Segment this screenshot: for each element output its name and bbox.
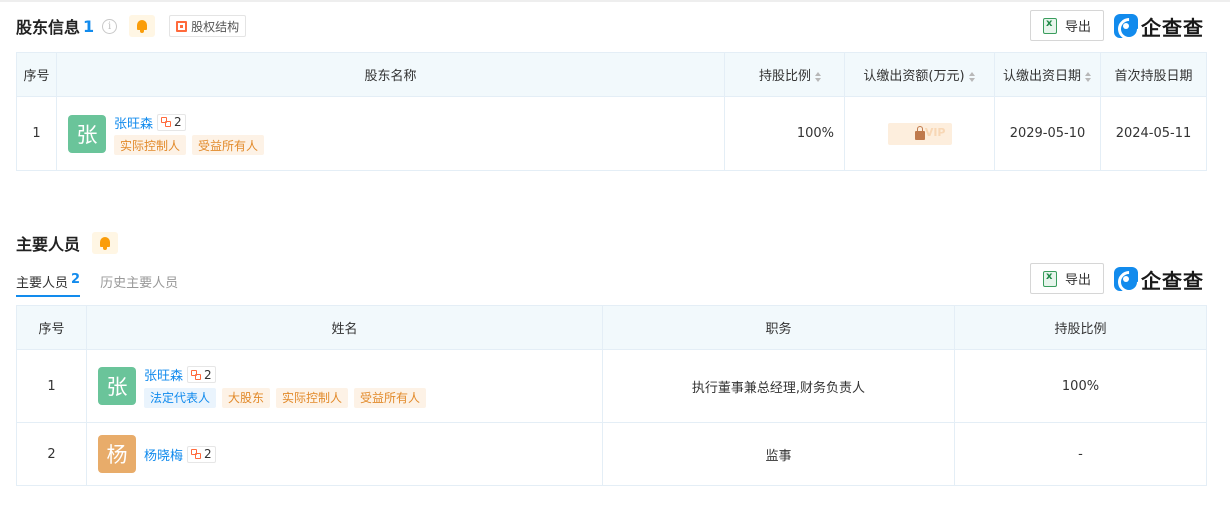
ratio-cell: 100% bbox=[724, 96, 845, 171]
export-button[interactable]: 导出 bbox=[1030, 10, 1104, 41]
row-index: 2 bbox=[16, 422, 87, 486]
table-row: 2 杨 杨晓梅 2 监事 - bbox=[16, 422, 1207, 486]
col-first-date: 首次持股日期 bbox=[1100, 52, 1207, 97]
section-title: 主要人员 bbox=[16, 235, 81, 254]
table-row: 1 张 张旺森 2 实际控制人 受益所有人 100% VIP 2029-05-1… bbox=[16, 96, 1207, 171]
qichacha-logo-icon bbox=[1114, 267, 1138, 291]
tag-legal-representative: 法定代表人 bbox=[144, 387, 217, 408]
relation-badge[interactable]: 2 bbox=[157, 113, 186, 131]
monitor-button[interactable] bbox=[92, 232, 119, 254]
relation-icon bbox=[161, 117, 172, 127]
brand-name: 企查查 bbox=[1141, 268, 1204, 293]
col-date[interactable]: 认缴出资日期 bbox=[994, 52, 1101, 97]
sort-icon[interactable] bbox=[968, 71, 976, 82]
col-index: 序号 bbox=[16, 52, 57, 97]
avatar: 张 bbox=[68, 114, 106, 153]
relation-icon bbox=[191, 449, 202, 459]
col-ratio: 持股比例 bbox=[954, 305, 1207, 350]
relation-badge[interactable]: 2 bbox=[187, 366, 216, 383]
shareholder-name-link[interactable]: 张旺森 bbox=[114, 113, 153, 132]
col-index: 序号 bbox=[16, 305, 87, 350]
relation-icon bbox=[191, 369, 202, 380]
col-name: 姓名 bbox=[86, 305, 603, 350]
tag-beneficial-owner: 受益所有人 bbox=[354, 387, 427, 408]
lock-icon bbox=[914, 125, 925, 140]
equity-structure-button[interactable]: 股权结构 bbox=[169, 15, 247, 37]
tag-major-shareholder: 大股东 bbox=[222, 387, 271, 408]
avatar: 杨 bbox=[98, 435, 136, 473]
shareholders-table: 序号 股东名称 持股比例 认缴出资额(万元) 认缴出资日期 首次持股日期 1 张… bbox=[16, 52, 1207, 171]
position-cell: 监事 bbox=[602, 422, 955, 486]
personnel-table: 序号 姓名 职务 持股比例 1 张 张旺森 2 法定代表人 大股东 实际控制人 … bbox=[16, 305, 1207, 486]
structure-icon bbox=[176, 20, 188, 32]
monitor-button[interactable] bbox=[129, 15, 156, 37]
row-index: 1 bbox=[16, 96, 57, 171]
brand-logo: 企查查 bbox=[1114, 266, 1204, 293]
relation-badge[interactable]: 2 bbox=[187, 445, 216, 463]
ratio-cell: 100% bbox=[954, 349, 1207, 423]
shareholder-cell: 张 张旺森 2 实际控制人 受益所有人 bbox=[56, 96, 725, 171]
vip-badge: VIP bbox=[924, 125, 946, 139]
person-name-link[interactable]: 杨晓梅 bbox=[144, 445, 183, 464]
vip-lock-button[interactable]: VIP bbox=[887, 122, 952, 145]
brand-name: 企查查 bbox=[1141, 15, 1204, 40]
bell-icon bbox=[99, 236, 111, 250]
tab-history-personnel[interactable]: 历史主要人员 bbox=[100, 270, 178, 297]
brand-logo: 企查查 bbox=[1114, 13, 1204, 40]
export-label: 导出 bbox=[1064, 273, 1091, 288]
personnel-header: 主要人员 bbox=[16, 228, 119, 258]
shareholder-count: 1 bbox=[83, 16, 95, 36]
bell-icon bbox=[136, 19, 148, 33]
excel-icon bbox=[1042, 270, 1057, 287]
row-index: 1 bbox=[16, 349, 87, 423]
tag-actual-controller: 实际控制人 bbox=[114, 135, 187, 155]
col-amount[interactable]: 认缴出资额(万元) bbox=[844, 52, 995, 97]
top-divider bbox=[0, 0, 1230, 2]
shareholders-header: 股东信息 1 i 股权结构 bbox=[16, 11, 247, 41]
tab-key-personnel[interactable]: 主要人员 2 bbox=[16, 270, 81, 297]
first-date-cell: 2024-05-11 bbox=[1100, 96, 1207, 171]
person-cell: 杨 杨晓梅 2 bbox=[86, 422, 603, 486]
table-header-row: 序号 姓名 职务 持股比例 bbox=[16, 305, 1207, 350]
personnel-tabs: 主要人员 2 历史主要人员 bbox=[16, 270, 198, 297]
amount-cell: VIP bbox=[844, 96, 995, 171]
equity-structure-label: 股权结构 bbox=[191, 19, 240, 34]
sort-icon[interactable] bbox=[815, 71, 822, 82]
col-ratio[interactable]: 持股比例 bbox=[724, 52, 845, 97]
person-cell: 张 张旺森 2 法定代表人 大股东 实际控制人 受益所有人 bbox=[86, 349, 603, 423]
ratio-cell: - bbox=[954, 422, 1207, 486]
sort-icon[interactable] bbox=[1085, 71, 1092, 82]
section-title: 股东信息 bbox=[16, 18, 81, 37]
tag-beneficial-owner: 受益所有人 bbox=[192, 135, 265, 155]
position-cell: 执行董事兼总经理,财务负责人 bbox=[602, 349, 955, 423]
export-button[interactable]: 导出 bbox=[1030, 263, 1104, 294]
export-label: 导出 bbox=[1064, 20, 1091, 35]
info-icon[interactable]: i bbox=[102, 18, 118, 34]
tag-actual-controller: 实际控制人 bbox=[276, 387, 349, 408]
col-position: 职务 bbox=[602, 305, 955, 350]
table-row: 1 张 张旺森 2 法定代表人 大股东 实际控制人 受益所有人 执行董事兼总经理… bbox=[16, 349, 1207, 423]
person-name-link[interactable]: 张旺森 bbox=[144, 365, 183, 384]
date-cell: 2029-05-10 bbox=[994, 96, 1101, 171]
table-header-row: 序号 股东名称 持股比例 认缴出资额(万元) 认缴出资日期 首次持股日期 bbox=[16, 52, 1207, 97]
excel-icon bbox=[1042, 17, 1057, 34]
col-name: 股东名称 bbox=[56, 52, 725, 97]
qichacha-logo-icon bbox=[1114, 14, 1138, 38]
avatar: 张 bbox=[98, 367, 136, 405]
